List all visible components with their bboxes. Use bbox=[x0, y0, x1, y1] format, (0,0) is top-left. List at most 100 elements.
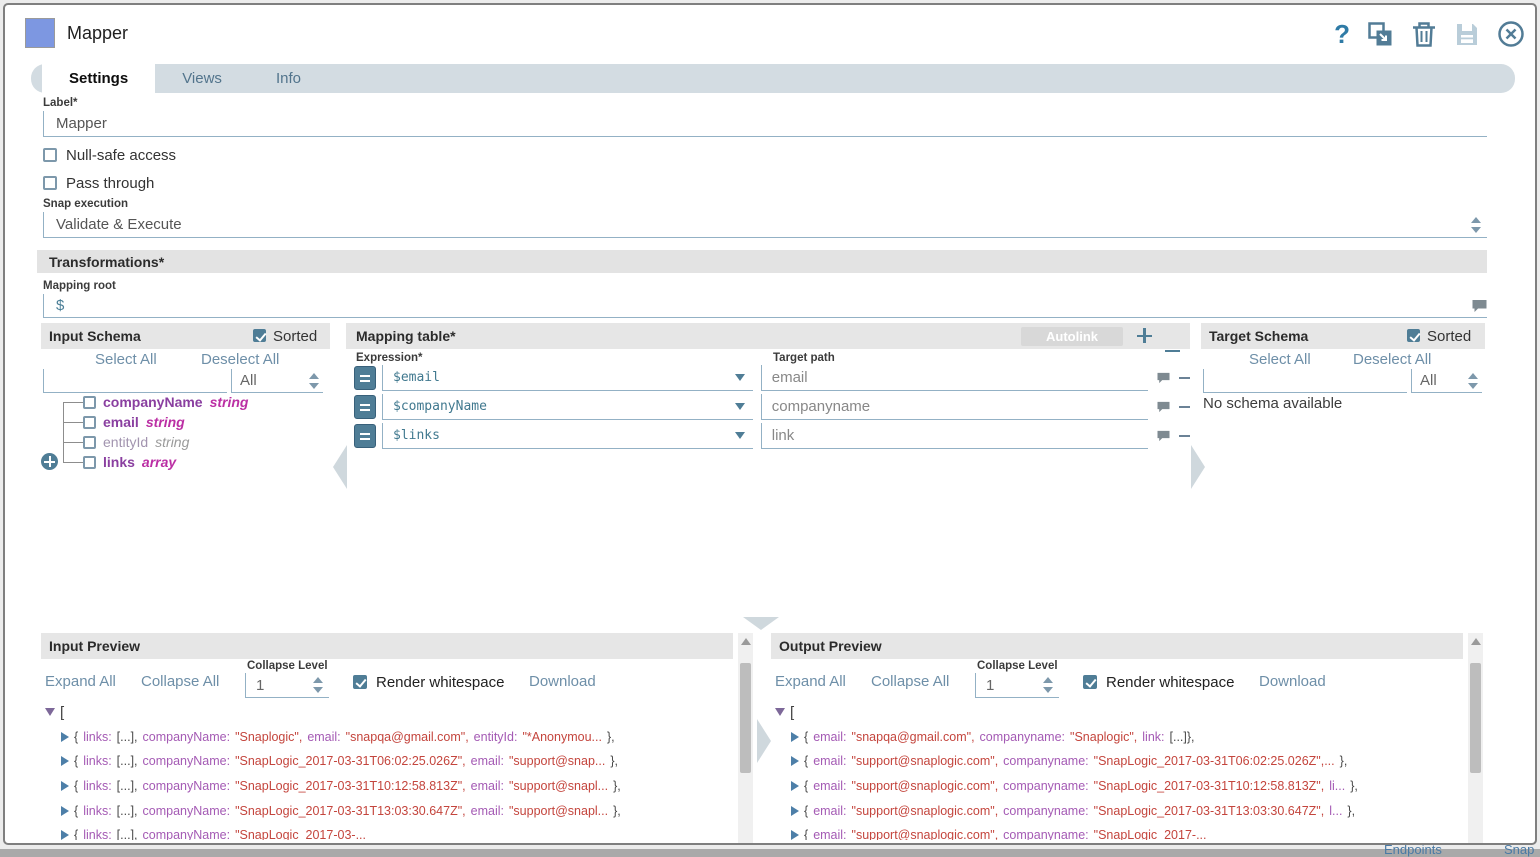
delete-row-icon[interactable] bbox=[1179, 406, 1190, 409]
input-render-whitespace-label: Render whitespace bbox=[376, 674, 504, 691]
dialog-title: Mapper bbox=[67, 23, 128, 44]
target-path-field[interactable]: link bbox=[761, 423, 1148, 449]
json-token: l... bbox=[1329, 804, 1342, 818]
expand-arrow-icon[interactable] bbox=[61, 732, 69, 742]
expression-field[interactable]: $companyName bbox=[382, 394, 753, 420]
target-schema-deselect-all[interactable]: Deselect All bbox=[1353, 351, 1431, 368]
schema-item-checkbox[interactable] bbox=[83, 416, 96, 429]
target-schema-type-spinner-icon[interactable] bbox=[1468, 372, 1478, 390]
expression-field[interactable]: $links bbox=[382, 423, 753, 449]
target-schema-filter-input[interactable] bbox=[1203, 369, 1407, 393]
close-icon[interactable] bbox=[1497, 20, 1525, 48]
expand-arrow-icon[interactable] bbox=[61, 830, 69, 840]
mapping-row: $companyName companyname bbox=[354, 394, 1190, 420]
output-collapse-level-value: 1 bbox=[986, 677, 994, 694]
tab-info[interactable]: Info bbox=[249, 64, 328, 93]
target-schema-select-all[interactable]: Select All bbox=[1249, 351, 1311, 368]
snap-execution-spinner-icon[interactable] bbox=[1471, 216, 1481, 234]
expand-arrow-icon[interactable] bbox=[791, 830, 799, 840]
input-schema-filter-input[interactable] bbox=[43, 369, 227, 393]
collapse-output-preview-icon[interactable] bbox=[757, 719, 771, 763]
input-preview-expand-all[interactable]: Expand All bbox=[45, 673, 116, 690]
tab-views[interactable]: Views bbox=[155, 64, 249, 93]
expression-dropdown-icon[interactable] bbox=[735, 374, 745, 381]
json-token: { bbox=[804, 804, 808, 818]
input-collapse-level-spinner-icon[interactable] bbox=[313, 676, 323, 694]
output-render-whitespace-checkbox[interactable] bbox=[1083, 675, 1097, 689]
expression-dropdown-icon[interactable] bbox=[735, 432, 745, 439]
output-preview-header: Output Preview bbox=[771, 633, 1463, 659]
expand-arrow-icon[interactable] bbox=[61, 756, 69, 766]
schema-item-checkbox[interactable] bbox=[83, 396, 96, 409]
input-render-whitespace-checkbox[interactable] bbox=[353, 675, 367, 689]
tab-settings[interactable]: Settings bbox=[42, 64, 155, 93]
comment-icon[interactable] bbox=[1156, 430, 1171, 442]
collapse-arrow-icon[interactable] bbox=[45, 708, 55, 716]
expression-dropdown-icon[interactable] bbox=[735, 403, 745, 410]
target-path-field[interactable]: email bbox=[761, 365, 1148, 391]
remove-mapping-row-icon[interactable] bbox=[1165, 343, 1180, 358]
expression-toggle-button[interactable] bbox=[354, 424, 376, 448]
input-schema-select-all[interactable]: Select All bbox=[95, 351, 157, 368]
autolink-button[interactable]: Autolink bbox=[1021, 327, 1123, 346]
expression-value: $email bbox=[393, 370, 735, 385]
output-preview-download[interactable]: Download bbox=[1259, 673, 1326, 690]
json-token: }, bbox=[613, 804, 621, 818]
output-collapse-level-spinner-icon[interactable] bbox=[1043, 676, 1053, 694]
scrollbar-thumb[interactable] bbox=[1470, 663, 1481, 773]
target-schema-sorted-checkbox[interactable] bbox=[1407, 329, 1420, 342]
input-schema-deselect-all[interactable]: Deselect All bbox=[201, 351, 279, 368]
expression-field[interactable]: $email bbox=[382, 365, 753, 391]
delete-snap-icon[interactable] bbox=[1411, 21, 1437, 48]
expand-arrow-icon[interactable] bbox=[61, 806, 69, 816]
collapse-target-schema-icon[interactable] bbox=[1191, 445, 1205, 489]
expand-arrow-icon[interactable] bbox=[791, 781, 799, 791]
input-schema-sorted-checkbox[interactable] bbox=[253, 329, 266, 342]
input-preview-download[interactable]: Download bbox=[529, 673, 596, 690]
comment-icon[interactable] bbox=[1156, 401, 1171, 413]
schema-item: linksarray bbox=[41, 452, 330, 472]
expression-toggle-button[interactable] bbox=[354, 366, 376, 390]
json-token: "SnapLogic_2017-03-31T06:02:25.026Z",... bbox=[1094, 754, 1335, 768]
label-input[interactable]: Mapper bbox=[43, 111, 1487, 137]
json-token: "support@snaplogic.com", bbox=[852, 828, 999, 840]
mapping-root-comment-icon[interactable] bbox=[1471, 299, 1488, 313]
expression-toggle-button[interactable] bbox=[354, 395, 376, 419]
collapse-input-schema-icon[interactable] bbox=[333, 445, 347, 489]
add-mapping-row-icon[interactable] bbox=[1137, 328, 1152, 343]
input-schema-type-spinner-icon[interactable] bbox=[309, 372, 319, 390]
expand-arrow-icon[interactable] bbox=[791, 806, 799, 816]
collapse-arrow-icon[interactable] bbox=[775, 708, 785, 716]
schema-item-checkbox[interactable] bbox=[83, 436, 96, 449]
schema-item-checkbox[interactable] bbox=[83, 456, 96, 469]
input-preview-scrollbar[interactable] bbox=[738, 633, 753, 845]
schema-item-name: email bbox=[103, 414, 139, 430]
expand-node-icon[interactable] bbox=[41, 453, 58, 470]
json-token: "snapqa@gmail.com", bbox=[852, 730, 975, 744]
json-token: { bbox=[804, 828, 808, 840]
snap-execution-select[interactable]: Validate & Execute bbox=[43, 212, 1487, 238]
null-safe-checkbox[interactable] bbox=[43, 148, 57, 162]
expand-arrow-icon[interactable] bbox=[61, 781, 69, 791]
mapping-root-input[interactable]: $ bbox=[43, 294, 1487, 318]
scrollbar-thumb[interactable] bbox=[740, 663, 751, 773]
scroll-up-icon[interactable] bbox=[741, 638, 751, 645]
output-preview-scrollbar[interactable] bbox=[1468, 633, 1483, 845]
delete-row-icon[interactable] bbox=[1179, 435, 1190, 438]
comment-icon[interactable] bbox=[1156, 372, 1171, 384]
pass-through-checkbox[interactable] bbox=[43, 176, 57, 190]
output-preview-collapse-all[interactable]: Collapse All bbox=[871, 673, 949, 690]
delete-row-icon[interactable] bbox=[1179, 377, 1190, 380]
expand-arrow-icon[interactable] bbox=[791, 732, 799, 742]
help-icon[interactable]: ? bbox=[1334, 21, 1350, 47]
expand-arrow-icon[interactable] bbox=[791, 756, 799, 766]
output-preview-expand-all[interactable]: Expand All bbox=[775, 673, 846, 690]
input-preview-collapse-all[interactable]: Collapse All bbox=[141, 673, 219, 690]
save-icon[interactable] bbox=[1454, 21, 1480, 48]
duplicate-snap-icon[interactable] bbox=[1367, 21, 1394, 48]
json-token: entityId: bbox=[474, 730, 518, 744]
scroll-up-icon[interactable] bbox=[1471, 638, 1481, 645]
json-token: companyname: bbox=[1003, 779, 1088, 793]
collapse-preview-icon[interactable] bbox=[743, 617, 779, 630]
target-path-field[interactable]: companyname bbox=[761, 394, 1148, 420]
